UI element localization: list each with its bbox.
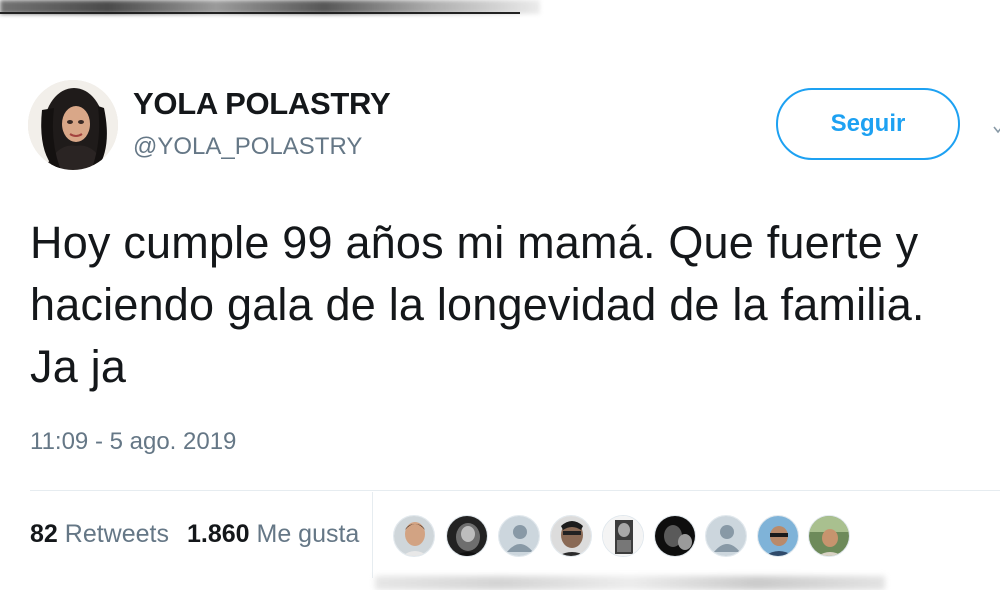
follow-button[interactable]: Seguir	[776, 88, 960, 160]
liker-photo-icon	[551, 516, 591, 556]
retweets-stat[interactable]: 82 Retweets	[30, 520, 169, 548]
liker-avatar-9[interactable]	[808, 515, 850, 557]
liker-photo-icon	[655, 516, 695, 556]
engagement-stats: 82 Retweets 1.860 Me gusta	[30, 520, 359, 549]
likes-label: Me gusta	[256, 520, 360, 548]
author-handle[interactable]: @YOLA_POLASTRY	[133, 133, 362, 161]
top-border	[0, 12, 520, 14]
default-avatar-icon	[499, 516, 539, 556]
default-avatar-icon	[706, 516, 746, 556]
liker-photo-icon	[758, 516, 798, 556]
liker-avatar-2[interactable]	[446, 515, 488, 557]
likes-stat[interactable]: 1.860 Me gusta	[187, 520, 359, 548]
tweet-text-line: Ja ja	[30, 341, 127, 392]
liker-avatar-1[interactable]	[393, 515, 435, 557]
profile-avatar-icon	[28, 80, 118, 170]
chevron-down-icon[interactable]	[993, 118, 1000, 139]
stats-divider	[30, 490, 1000, 491]
liker-avatar-5[interactable]	[602, 515, 644, 557]
liker-avatar-7[interactable]	[705, 515, 747, 557]
likes-count: 1.860	[186, 520, 250, 548]
retweets-label: Retweets	[64, 520, 169, 548]
liker-photo-icon	[809, 516, 849, 556]
liker-photo-icon	[394, 516, 434, 556]
retweets-count: 82	[30, 520, 58, 548]
liker-avatar-4[interactable]	[550, 515, 592, 557]
tweet-text-line: Hoy cumple 99 años mi mamá. Que fuerte y	[30, 217, 919, 268]
liker-avatar-6[interactable]	[654, 515, 696, 557]
liker-photo-icon	[447, 516, 487, 556]
author-display-name[interactable]: YOLA POLASTRY	[133, 86, 391, 122]
tweet-timestamp[interactable]: 11:09 - 5 ago. 2019	[30, 428, 236, 456]
tweet-text: Hoy cumple 99 años mi mamá. Que fuerte y…	[30, 212, 995, 398]
liker-avatar-3[interactable]	[498, 515, 540, 557]
stats-vertical-divider	[372, 492, 373, 578]
tweet-text-line: haciendo gala de la longevidad de la fam…	[30, 279, 925, 330]
cropped-image-edge-bottom	[375, 576, 885, 590]
liker-avatar-8[interactable]	[757, 515, 799, 557]
liker-photo-icon	[603, 516, 643, 556]
author-avatar[interactable]	[28, 80, 118, 170]
